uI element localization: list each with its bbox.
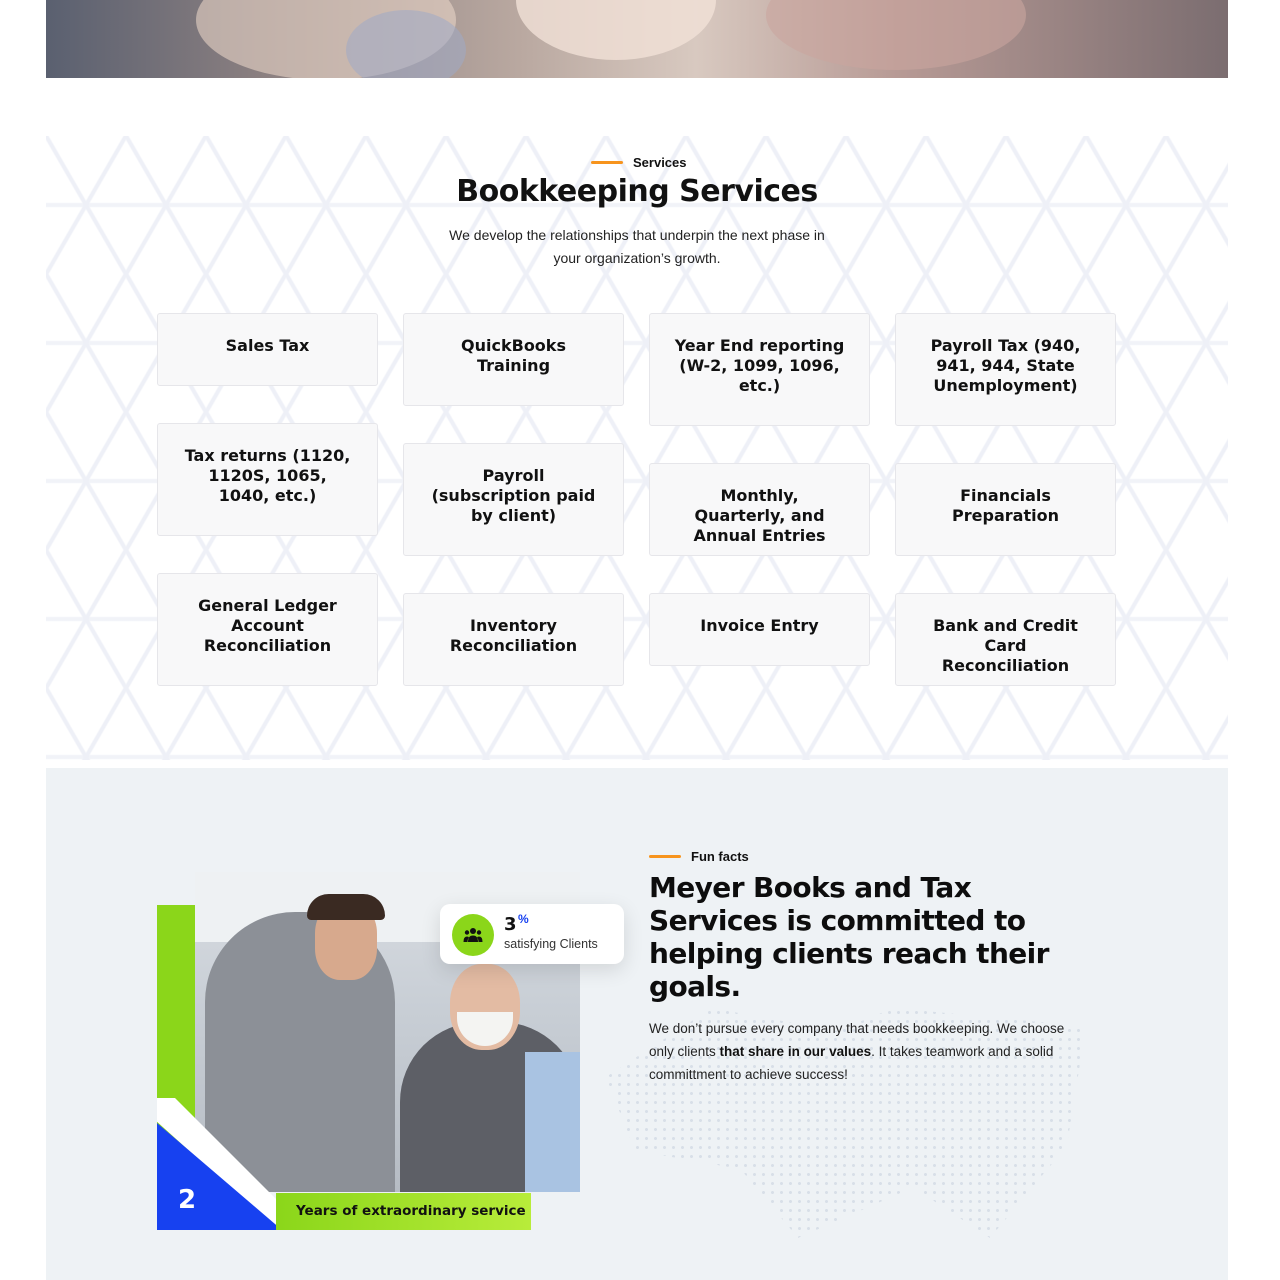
- services-title: Bookkeeping Services: [456, 174, 818, 209]
- fun-facts-section: 2 Years of extraordinary service 3 % sat…: [46, 768, 1228, 1280]
- service-card-inventory-reconciliation[interactable]: Inventory Reconciliation: [403, 593, 624, 686]
- service-card-bank-reconciliation[interactable]: Bank and Credit Card Reconciliation: [895, 593, 1116, 686]
- users-icon-glyph: [463, 928, 483, 942]
- photo-man-hair: [307, 894, 385, 920]
- service-card-payroll-tax[interactable]: Payroll Tax (940, 941, 944, State Unempl…: [895, 313, 1116, 426]
- facts-text-bold: that share in our values: [719, 1044, 872, 1059]
- photo-elder-shirt: [525, 1052, 580, 1192]
- services-subtitle: We develop the relationships that underp…: [449, 227, 825, 266]
- eyebrow-accent-bar: [649, 855, 681, 858]
- hero-photo-shape: [516, 0, 716, 60]
- service-card-financials-preparation[interactable]: Financials Preparation: [895, 463, 1116, 556]
- services-eyebrow-label: Services: [633, 155, 687, 170]
- facts-paragraph: We don’t pursue every company that needs…: [649, 1017, 1079, 1086]
- service-card-tax-returns[interactable]: Tax returns (1120, 1120S, 1065, 1040, et…: [157, 423, 378, 536]
- service-card-payroll[interactable]: Payroll (subscription paid by client): [403, 443, 624, 556]
- service-card-quickbooks-training[interactable]: QuickBooks Training: [403, 313, 624, 406]
- service-card-sales-tax[interactable]: Sales Tax: [157, 313, 378, 386]
- clients-stat-label: satisfying Clients: [504, 937, 598, 951]
- facts-title: Meyer Books and Tax Services is committe…: [649, 871, 1049, 1003]
- hero-photo-shape: [766, 0, 1026, 70]
- eyebrow-accent-bar: [591, 161, 623, 164]
- years-label: Years of extraordinary service: [296, 1203, 526, 1219]
- service-card-invoice-entry[interactable]: Invoice Entry: [649, 593, 870, 666]
- service-card-monthly-entries[interactable]: Monthly, Quarterly, and Annual Entries: [649, 463, 870, 556]
- facts-eyebrow-label: Fun facts: [691, 849, 749, 864]
- clients-stat-unit: %: [518, 912, 529, 926]
- service-card-general-ledger[interactable]: General Ledger Account Reconciliation: [157, 573, 378, 686]
- hero-image: [46, 0, 1228, 78]
- service-card-year-end-reporting[interactable]: Year End reporting (W-2, 1099, 1096, etc…: [649, 313, 870, 426]
- years-value: 2: [178, 1185, 197, 1215]
- services-section: Services Bookkeeping Services We develop…: [46, 136, 1228, 760]
- services-eyebrow: Services: [591, 155, 687, 170]
- users-icon: [452, 914, 494, 956]
- facts-eyebrow: Fun facts: [649, 849, 749, 864]
- clients-stat-value: 3: [504, 914, 517, 935]
- clients-stat-card: 3 % satisfying Clients: [440, 904, 624, 964]
